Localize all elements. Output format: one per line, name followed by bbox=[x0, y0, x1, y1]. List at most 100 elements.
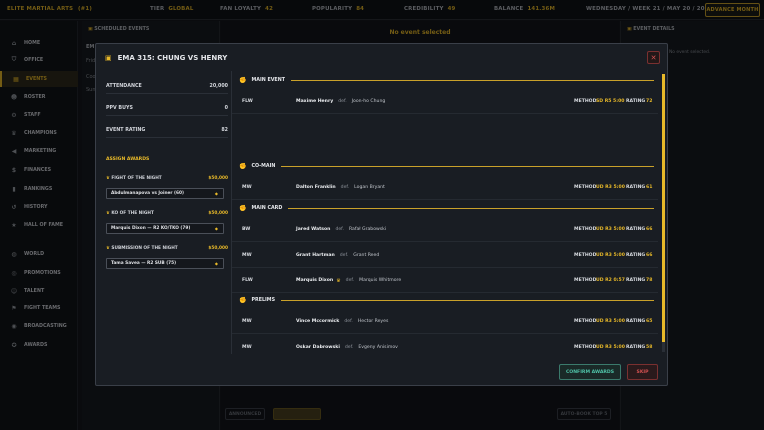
rating-value: 78 bbox=[646, 278, 653, 283]
section-title: MAIN EVENT bbox=[251, 77, 285, 83]
close-button[interactable]: ✕ bbox=[647, 51, 660, 64]
trophy-icon: ♛ bbox=[106, 176, 110, 181]
bout-result: Dalton Franklin def. Logan Bryant bbox=[296, 185, 385, 190]
def-label: def. bbox=[339, 253, 349, 258]
method-value: UD R3 5:00 bbox=[596, 185, 625, 190]
rating-value: 58 bbox=[646, 345, 653, 350]
award-label: ♛ SUBMISSION OF THE NIGHT $50,000 bbox=[106, 246, 228, 251]
winner-name: Jared Watson bbox=[296, 227, 331, 232]
method-label: METHOD bbox=[574, 253, 597, 258]
method-value: UD R3 5:00 bbox=[596, 253, 625, 258]
method-value: UD R2 0:57 bbox=[596, 278, 625, 283]
rating-label: RATING bbox=[626, 253, 646, 258]
scrollbar-thumb[interactable] bbox=[662, 74, 665, 342]
ppv-row: PPV BUYS 0 bbox=[106, 102, 228, 116]
section-header-main-card: ✊ MAIN CARD bbox=[232, 201, 658, 215]
loser-name: Rafał Grabowski bbox=[348, 227, 387, 232]
award-label: ♛ KO OF THE NIGHT $50,000 bbox=[106, 211, 228, 216]
event-summary: ATTENDANCE 20,000 PPV BUYS 0 EVENT RATING 8… bbox=[104, 72, 230, 372]
winner-name: Oskar Dabrowski bbox=[296, 345, 340, 350]
bout-result: Maxime Henry def. Joon-ho Chung bbox=[296, 99, 385, 104]
method-label: METHOD bbox=[574, 185, 597, 190]
method-label: METHOD bbox=[574, 319, 597, 324]
weight-class: MW bbox=[242, 185, 252, 190]
section-divider bbox=[288, 207, 654, 209]
method-label: METHOD bbox=[574, 345, 597, 350]
winner-name: Dalton Franklin bbox=[296, 185, 336, 190]
winner-name: Maxime Henry bbox=[296, 99, 334, 104]
method-label: METHOD bbox=[574, 99, 597, 104]
submission-of-night-select[interactable]: Tama Savea — R2 SUB (75) ◆ bbox=[106, 258, 224, 269]
section-title: CO-MAIN bbox=[251, 163, 276, 169]
bout-row: MW Oskar Dabrowski def. Evgeny Anisimov METH… bbox=[232, 336, 658, 354]
ko-of-night-select[interactable]: Marquis Dixon — R2 KO/TKO (79) ◆ bbox=[106, 223, 224, 234]
bout-row: MW Dalton Franklin def. Logan Bryant METHOD U… bbox=[232, 176, 658, 200]
rating-value: 65 bbox=[646, 319, 653, 324]
close-icon: ✕ bbox=[650, 53, 657, 62]
attendance-row: ATTENDANCE 20,000 bbox=[106, 80, 228, 94]
weight-class: BW bbox=[242, 227, 251, 232]
section-divider bbox=[281, 165, 654, 167]
loser-name: Marquis Whitmore bbox=[359, 278, 402, 283]
section-header-main-event: ✊ MAIN EVENT bbox=[232, 73, 658, 87]
rating-value: 72 bbox=[646, 99, 653, 104]
chevron-down-icon: ◆ bbox=[214, 261, 218, 266]
rating-label: RATING bbox=[626, 345, 646, 350]
bout-row: BW Jared Watson def. Rafał Grabowski METHOD U… bbox=[232, 218, 658, 242]
event-results-modal: ▣ EMA 315: CHUNG VS HENRY ✕ ATTENDANCE 20… bbox=[95, 43, 668, 386]
def-label: def. bbox=[340, 185, 350, 190]
rating-value: 61 bbox=[646, 185, 653, 190]
section-divider bbox=[291, 79, 654, 81]
def-label: def. bbox=[338, 99, 347, 104]
method-label: METHOD bbox=[574, 227, 597, 232]
modal-title: ▣ EMA 315: CHUNG VS HENRY bbox=[105, 54, 228, 62]
fight-of-night-select[interactable]: Abdulmanapova vs Joiner (60) ◆ bbox=[106, 188, 224, 199]
trophy-icon: ♛ bbox=[106, 246, 110, 251]
method-value: UD R3 5:00 bbox=[596, 345, 625, 350]
bout-row: FLW Marquis Dixon ♛ def. Marquis Whitmore MET… bbox=[232, 269, 658, 293]
rating-label: RATING bbox=[626, 99, 646, 104]
loser-name: Evgeny Anisimov bbox=[358, 345, 398, 350]
winner-name: Marquis Dixon bbox=[296, 278, 334, 283]
award-label: ♛ FIGHT OF THE NIGHT $50,000 bbox=[106, 176, 228, 181]
rating-label: RATING bbox=[626, 319, 646, 324]
section-header-co-main: ✊ CO-MAIN bbox=[232, 159, 658, 173]
rating-value: 66 bbox=[646, 253, 653, 258]
method-label: METHOD bbox=[574, 278, 597, 283]
section-divider bbox=[281, 299, 654, 301]
confirm-awards-button[interactable]: CONFIRM AWARDS bbox=[559, 364, 621, 380]
rating-value: 66 bbox=[646, 227, 653, 232]
results-icon: ▣ bbox=[105, 54, 112, 62]
weight-class: MW bbox=[242, 319, 252, 324]
def-label: def. bbox=[335, 227, 344, 232]
weight-class: MW bbox=[242, 253, 252, 258]
trophy-icon: ♛ bbox=[106, 211, 110, 216]
trophy-icon: ♛ bbox=[336, 277, 341, 284]
bout-result: Jared Watson def. Rafał Grabowski bbox=[296, 227, 386, 232]
section-title: MAIN CARD bbox=[251, 205, 283, 211]
chevron-down-icon: ◆ bbox=[214, 226, 218, 231]
assign-awards-header: ASSIGN AWARDS bbox=[106, 157, 150, 162]
rating-row: EVENT RATING 82 bbox=[106, 124, 228, 138]
bout-row: MW Vince Mccormick def. Hector Reyes METHOD U… bbox=[232, 310, 658, 334]
fist-icon: ✊ bbox=[239, 204, 247, 212]
rating-label: RATING bbox=[626, 278, 646, 283]
section-title: PRELIMS bbox=[251, 297, 276, 303]
weight-class: FLW bbox=[242, 99, 253, 104]
def-label: def. bbox=[345, 278, 355, 283]
rating-label: RATING bbox=[626, 185, 646, 190]
method-value: SD R5 5:00 bbox=[596, 99, 625, 104]
skip-button[interactable]: SKIP bbox=[627, 364, 658, 380]
method-value: UD R3 5:00 bbox=[596, 227, 625, 232]
winner-name: Grant Hartman bbox=[296, 253, 335, 258]
def-label: def. bbox=[344, 345, 354, 350]
loser-name: Grant Reed bbox=[353, 253, 380, 258]
fist-icon: ✊ bbox=[239, 162, 247, 170]
method-value: UD R3 5:00 bbox=[596, 319, 625, 324]
bout-result: Marquis Dixon ♛ def. Marquis Whitmore bbox=[296, 278, 401, 284]
rating-label: RATING bbox=[626, 227, 646, 232]
def-label: def. bbox=[344, 319, 353, 324]
fight-results-list: ✊ MAIN EVENT FLW Maxime Henry def. Joon-ho Ch… bbox=[231, 71, 663, 354]
loser-name: Hector Reyes bbox=[357, 319, 389, 324]
fist-icon: ✊ bbox=[239, 296, 247, 304]
